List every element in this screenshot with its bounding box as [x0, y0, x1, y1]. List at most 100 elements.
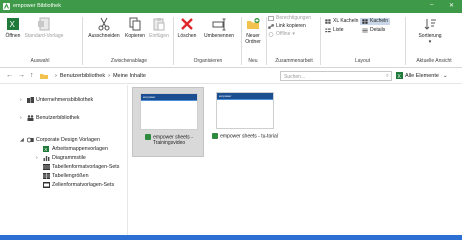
- offline-label: Offline: [276, 31, 291, 37]
- file-tile[interactable]: empower empower sheets - Trainingsvideo: [132, 87, 204, 157]
- group-label-zwischenablage: Zwischenablage: [110, 58, 148, 64]
- details-icon: [362, 28, 368, 33]
- minimize-button[interactable]: –: [430, 2, 433, 8]
- permissions-button[interactable]: Berechtigungen: [268, 15, 311, 22]
- tree-item-label: Arbeitsmappenvorlagen: [52, 146, 108, 152]
- cut-button[interactable]: Ausschneiden: [86, 17, 122, 39]
- copy-link-label: Link kopieren: [276, 23, 306, 29]
- tree-item-label: Tabellengrößen: [52, 173, 89, 179]
- delete-label: Löschen: [177, 33, 197, 39]
- tree-item-tabellenformatvorlagen-sets[interactable]: Tabellenformatvorlagen-Sets: [36, 164, 119, 170]
- file-thumbnail: empower: [140, 93, 198, 130]
- library-tree: › Unternehmensbibliothek › Benutzerbibli…: [0, 85, 128, 235]
- rename-label: Umbenennen: [203, 33, 235, 39]
- delete-x-icon: [181, 18, 193, 30]
- offline-dropdown-icon: ▾: [292, 31, 295, 37]
- tree-item-label: Corporate Design Vorlagen: [36, 137, 100, 143]
- permissions-icon: [268, 16, 274, 21]
- template-icon: [38, 17, 50, 31]
- collapse-arrow-icon: ◢: [20, 137, 24, 143]
- new-folder-button[interactable]: Neuer Ordner: [242, 17, 264, 45]
- empower-logo-icon: [3, 3, 10, 10]
- search-input[interactable]: Suchen... ⌕: [280, 71, 392, 81]
- thumbnail-brand: empower: [219, 94, 232, 98]
- new-folder-label-line2: Ordner: [245, 39, 261, 45]
- thumbnail-brand: empower: [143, 95, 156, 99]
- permissions-label: Berechtigungen: [276, 15, 312, 21]
- paste-icon: [153, 18, 165, 31]
- copy-icon: [129, 17, 141, 31]
- standard-template-button[interactable]: Standard-Vorlage: [22, 17, 66, 39]
- rename-icon: [212, 18, 226, 31]
- paste-button[interactable]: Einfügen: [147, 17, 171, 39]
- svg-text:X: X: [10, 20, 16, 29]
- open-button[interactable]: X Öffnen: [2, 17, 24, 39]
- excel-file-icon: [212, 133, 219, 139]
- tree-item-benutzerbibliothek[interactable]: › Benutzerbibliothek: [20, 115, 80, 121]
- layout-list[interactable]: Liste: [325, 27, 344, 34]
- file-thumbnail: empower: [216, 92, 274, 129]
- layout-xl-tiles[interactable]: XL Kacheln: [325, 18, 358, 25]
- back-button[interactable]: ←: [6, 72, 13, 79]
- file-tile[interactable]: empower empower sheets - tu-torial: [209, 87, 281, 157]
- layout-tiles[interactable]: Kacheln: [360, 18, 391, 25]
- delete-button[interactable]: Löschen: [176, 17, 198, 39]
- group-label-aktuelle-ansicht: Aktuelle Ansicht: [416, 58, 452, 64]
- address-bar: ← → ↑ › Benutzerbibliothek › Meine Inhal…: [0, 68, 462, 84]
- file-name: empower sheets - tu-torial: [211, 133, 279, 139]
- tree-item-arbeitsmappenvorlagen[interactable]: X Arbeitsmappenvorlagen: [36, 146, 108, 152]
- excel-file-icon: [145, 134, 152, 140]
- xl-tiles-icon: [325, 19, 331, 24]
- xl-tiles-label: XL Kacheln: [333, 18, 359, 24]
- sort-button[interactable]: Sortierung ▾: [412, 17, 448, 45]
- template-library-icon: [27, 137, 34, 143]
- group-label-zusammenarbeit: Zusammenarbeit: [275, 58, 313, 64]
- up-button[interactable]: ↑: [30, 72, 34, 79]
- tree-item-corporate-design-vorlagen[interactable]: ◢ Corporate Design Vorlagen: [20, 137, 100, 143]
- sort-icon: [424, 19, 436, 30]
- window-title: empower Bibliothek: [13, 3, 61, 9]
- offline-icon: [268, 32, 274, 37]
- paste-label: Einfügen: [149, 33, 169, 39]
- tree-item-diagrammstile[interactable]: › Diagrammstile: [36, 155, 86, 161]
- chart-icon: [43, 156, 50, 161]
- open-label: Öffnen: [5, 33, 21, 39]
- tree-item-label: Tabellenformatvorlagen-Sets: [52, 164, 120, 170]
- breadcrumb-separator-icon: ›: [55, 73, 57, 79]
- tree-item-label: Benutzerbibliothek: [36, 115, 80, 121]
- copy-link-button[interactable]: Link kopieren: [268, 23, 306, 30]
- close-button[interactable]: ✕: [449, 2, 454, 9]
- content-area: empower empower sheets - Trainingsvideo …: [129, 85, 462, 235]
- workbook-icon: X: [43, 146, 49, 152]
- tree-item-zellenformatvorlagen-sets[interactable]: Zellenformatvorlagen-Sets: [36, 182, 114, 188]
- details-label: Details: [370, 27, 386, 33]
- breadcrumb-item[interactable]: Benutzerbibliothek: [60, 73, 105, 79]
- tree-item-unternehmensbibliothek[interactable]: › Unternehmensbibliothek: [20, 97, 93, 103]
- expand-arrow-icon: ›: [36, 155, 38, 161]
- ribbon-separator: [320, 17, 321, 65]
- svg-text:X: X: [44, 147, 47, 152]
- group-label-neu: Neu: [248, 58, 258, 64]
- link-icon: [268, 24, 274, 29]
- users-icon: [27, 115, 34, 121]
- tiles-label: Kacheln: [370, 18, 389, 24]
- tree-item-tabellengroessen[interactable]: Tabellengrößen: [36, 173, 89, 179]
- search-icon: ⌕: [385, 73, 389, 79]
- group-label-auswahl: Auswahl: [30, 58, 50, 64]
- tiles-icon: [362, 19, 368, 24]
- expand-arrow-icon: ›: [20, 97, 22, 103]
- ribbon-separator: [266, 17, 267, 65]
- layout-details[interactable]: Details: [362, 27, 385, 34]
- standard-template-label: Standard-Vorlage: [24, 33, 64, 39]
- breadcrumb-item[interactable]: Meine Inhalte: [113, 73, 146, 79]
- list-label: Liste: [333, 27, 344, 33]
- offline-toggle[interactable]: Offline ▾: [268, 31, 295, 38]
- filter-dropdown[interactable]: X Alle Elemente ⌄: [396, 72, 448, 79]
- copy-button[interactable]: Kopieren: [122, 17, 148, 39]
- rename-button[interactable]: Umbenennen: [200, 17, 238, 39]
- table-size-icon: [43, 173, 50, 179]
- breadcrumb: › Benutzerbibliothek › Meine Inhalte: [55, 73, 146, 79]
- tree-item-label: Diagrammstile: [52, 155, 86, 161]
- forward-button[interactable]: →: [18, 72, 25, 79]
- chevron-down-icon: ⌄: [442, 72, 448, 79]
